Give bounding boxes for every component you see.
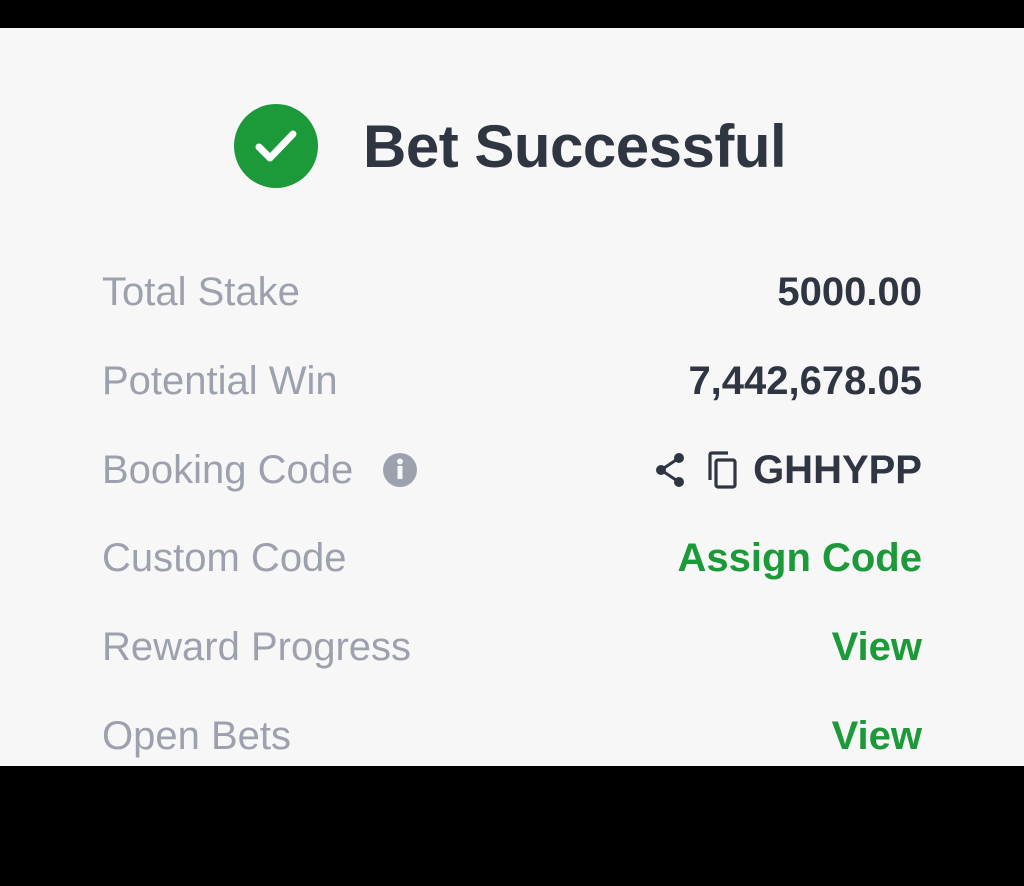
top-black-bar: [0, 0, 1024, 28]
check-circle-icon: [234, 104, 318, 188]
booking-code-value-group: GHHYPP: [653, 448, 922, 493]
open-bets-row: Open Bets View: [102, 706, 922, 766]
booking-code-value: GHHYPP: [753, 447, 922, 492]
share-icon[interactable]: [653, 452, 687, 488]
potential-win-value: 7,442,678.05: [688, 358, 922, 403]
bet-success-panel: Bet Successful Total Stake 5000.00 Poten…: [0, 28, 1024, 766]
bottom-black-bar: [0, 766, 1024, 886]
reward-progress-row: Reward Progress View: [102, 617, 922, 677]
total-stake-label: Total Stake: [102, 269, 300, 314]
reward-progress-view-link[interactable]: View: [832, 625, 922, 670]
potential-win-row: Potential Win 7,442,678.05: [102, 351, 922, 411]
page-title: Bet Successful: [363, 112, 787, 180]
total-stake-row: Total Stake 5000.00: [102, 262, 922, 322]
open-bets-label: Open Bets: [102, 713, 292, 758]
assign-code-link[interactable]: Assign Code: [678, 536, 922, 581]
booking-code-label-group: Booking Code: [102, 447, 418, 493]
booking-code-row: Booking Code GHHYPP: [102, 440, 922, 500]
custom-code-row: Custom Code Assign Code: [102, 528, 922, 588]
info-icon[interactable]: [383, 453, 418, 487]
copy-icon[interactable]: [703, 450, 739, 490]
open-bets-view-link[interactable]: View: [832, 714, 922, 759]
total-stake-value: 5000.00: [777, 269, 922, 314]
booking-code-label: Booking Code: [102, 447, 354, 492]
reward-progress-label: Reward Progress: [102, 624, 412, 669]
header: Bet Successful: [234, 104, 787, 188]
potential-win-label: Potential Win: [102, 358, 338, 403]
custom-code-label: Custom Code: [102, 535, 347, 580]
